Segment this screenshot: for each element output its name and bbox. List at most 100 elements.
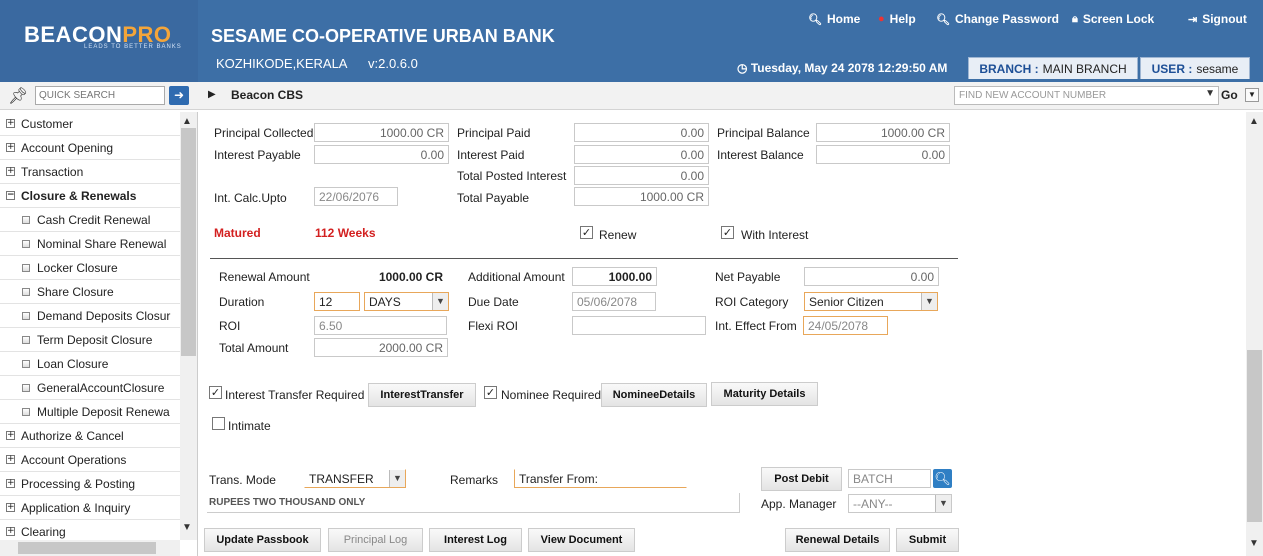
roi-category-select[interactable]: Senior Citizen ▼: [804, 292, 938, 311]
renewal-amount-field: 1000.00 CR: [314, 267, 448, 286]
pin-icon[interactable]: 📌︎: [8, 86, 28, 106]
sidebar-item-demand-deposits-closur[interactable]: Demand Deposits Closur: [0, 304, 180, 328]
sidebar-item-locker-closure[interactable]: Locker Closure: [0, 256, 180, 280]
main-scroll-up-icon[interactable]: ▲: [1249, 116, 1259, 127]
with-interest-checkbox[interactable]: ✓: [721, 226, 734, 239]
sidebar-item-closure-renewals[interactable]: − Closure & Renewals: [0, 184, 180, 208]
sidebar-item-loan-closure[interactable]: Loan Closure: [0, 352, 180, 376]
roi-label: ROI: [219, 319, 241, 333]
branch-tab[interactable]: BRANCH : MAIN BRANCH: [968, 57, 1138, 79]
sidebar-item-label: Processing & Posting: [21, 476, 136, 491]
sidebar-item-account-operations[interactable]: + Account Operations: [0, 448, 180, 472]
sidebar-item-term-deposit-closure[interactable]: Term Deposit Closure: [0, 328, 180, 352]
maturity-details-button[interactable]: Maturity Details: [711, 382, 818, 406]
change-password-link[interactable]: 🔍︎ Change Password: [936, 12, 1059, 26]
int-effect-from-input[interactable]: 24/05/2078: [803, 316, 888, 335]
sidebar-item-label: Authorize & Cancel: [21, 428, 124, 443]
nominee-details-button[interactable]: NomineeDetails: [601, 383, 707, 407]
interest-log-button[interactable]: Interest Log: [429, 528, 522, 552]
sidebar-item-label: Demand Deposits Closur: [37, 308, 171, 323]
sidebar-item-customer[interactable]: + Customer: [0, 112, 180, 136]
screen-lock-link[interactable]: 🔒︎ Screen Lock: [1072, 12, 1154, 26]
sidebar-item-nominal-share-renewal[interactable]: Nominal Share Renewal: [0, 232, 180, 256]
sidebar-item-label: Clearing: [21, 524, 66, 539]
toolbar: 📌︎ ➜ ▶ Beacon CBS FIND NEW ACCOUNT NUMBE…: [0, 82, 1263, 110]
int-effect-from-label: Int. Effect From: [715, 319, 797, 333]
main-scroll-down-icon[interactable]: ▼: [1249, 538, 1259, 549]
app-manager-select[interactable]: --ANY-- ▼: [848, 494, 952, 513]
post-debit-button[interactable]: Post Debit: [761, 467, 842, 491]
expand-icon: +: [6, 478, 15, 488]
interest-balance-field: 0.00: [816, 145, 950, 164]
duration-input[interactable]: 12: [314, 292, 360, 311]
interest-transfer-label: Interest Transfer Required: [225, 388, 365, 402]
app-version: v:2.0.6.0: [368, 56, 418, 71]
account-number-search[interactable]: FIND NEW ACCOUNT NUMBER ▼: [954, 86, 1219, 105]
sidebar-item-transaction[interactable]: + Transaction: [0, 160, 180, 184]
quick-search-input[interactable]: [35, 86, 165, 105]
menu-item-icon: [22, 287, 30, 296]
total-amount-field: 2000.00 CR: [314, 338, 448, 357]
go-button[interactable]: Go: [1221, 88, 1238, 102]
batch-input[interactable]: BATCH: [848, 469, 931, 488]
main-scroll-thumb[interactable]: [1247, 350, 1262, 522]
quick-search-button[interactable]: ➜: [169, 86, 189, 105]
expand-icon: +: [6, 526, 15, 536]
interest-transfer-checkbox[interactable]: ✓: [209, 386, 222, 399]
submit-button[interactable]: Submit: [896, 528, 959, 552]
flexi-roi-input[interactable]: [572, 316, 706, 335]
due-date-field: 05/06/2078: [572, 292, 656, 311]
sidebar-item-label: GeneralAccountClosure: [37, 380, 165, 395]
signout-link[interactable]: ⇥ Signout: [1188, 12, 1247, 26]
remarks-input[interactable]: Transfer From:: [514, 469, 687, 488]
interest-transfer-button[interactable]: InterestTransfer: [368, 383, 476, 407]
search-icon: 🔍︎: [808, 13, 822, 26]
net-payable-field: 0.00: [804, 267, 939, 286]
total-posted-interest-field: 0.00: [574, 166, 709, 185]
principal-log-button[interactable]: Principal Log: [328, 528, 423, 552]
sidebar-item-label: Nominal Share Renewal: [37, 236, 167, 251]
nominee-required-checkbox[interactable]: ✓: [484, 386, 497, 399]
expand-icon: +: [6, 430, 15, 440]
batch-search-icon[interactable]: 🔍︎: [933, 469, 952, 488]
int-calc-upto-field: 22/06/2076: [314, 187, 398, 206]
scroll-up-icon[interactable]: ▲: [182, 116, 192, 127]
menu-item-icon: [22, 407, 30, 416]
additional-amount-label: Additional Amount: [468, 270, 565, 284]
sidebar-item-authorize-cancel[interactable]: + Authorize & Cancel: [0, 424, 180, 448]
sidebar-item-label: Closure & Renewals: [21, 188, 137, 203]
section-divider: [210, 258, 958, 259]
sidebar-item-cash-credit-renewal[interactable]: Cash Credit Renewal: [0, 208, 180, 232]
sidebar-item-generalaccountclosure[interactable]: GeneralAccountClosure: [0, 376, 180, 400]
sidebar-item-application-inquiry[interactable]: + Application & Inquiry: [0, 496, 180, 520]
trans-mode-select[interactable]: TRANSFER ▼: [304, 469, 406, 488]
user-tab[interactable]: USER : sesame: [1140, 57, 1250, 79]
roi-category-label: ROI Category: [715, 295, 789, 309]
due-date-label: Due Date: [468, 295, 519, 309]
lock-icon: 🔒︎: [1072, 12, 1078, 25]
duration-label: Duration: [219, 295, 265, 309]
help-link[interactable]: ● Help: [878, 12, 916, 26]
matured-status: Matured: [214, 226, 261, 240]
additional-amount-input[interactable]: 1000.00: [572, 267, 657, 286]
renew-checkbox[interactable]: ✓: [580, 226, 593, 239]
sidebar-scroll-thumb[interactable]: [181, 128, 196, 356]
renewal-details-button[interactable]: Renewal Details: [785, 528, 890, 552]
intimate-checkbox[interactable]: [212, 417, 225, 430]
menu-item-icon: [22, 263, 30, 272]
menu-item-icon: [22, 383, 30, 392]
total-payable-field: 1000.00 CR: [574, 187, 709, 206]
sidebar-item-multiple-deposit-renewa[interactable]: Multiple Deposit Renewa: [0, 400, 180, 424]
view-document-button[interactable]: View Document: [528, 528, 635, 552]
sidebar-item-processing-posting[interactable]: + Processing & Posting: [0, 472, 180, 496]
trans-mode-label: Trans. Mode: [209, 473, 276, 487]
scroll-down-icon[interactable]: ▼: [182, 522, 192, 533]
collapse-icon[interactable]: ▼: [1245, 88, 1259, 102]
sidebar-hscroll-thumb[interactable]: [18, 542, 156, 554]
interest-paid-label: Interest Paid: [457, 148, 525, 162]
home-link[interactable]: 🔍︎ Home: [808, 12, 860, 26]
duration-unit-select[interactable]: DAYS ▼: [364, 292, 449, 311]
sidebar-item-share-closure[interactable]: Share Closure: [0, 280, 180, 304]
update-passbook-button[interactable]: Update Passbook: [204, 528, 321, 552]
sidebar-item-account-opening[interactable]: + Account Opening: [0, 136, 180, 160]
